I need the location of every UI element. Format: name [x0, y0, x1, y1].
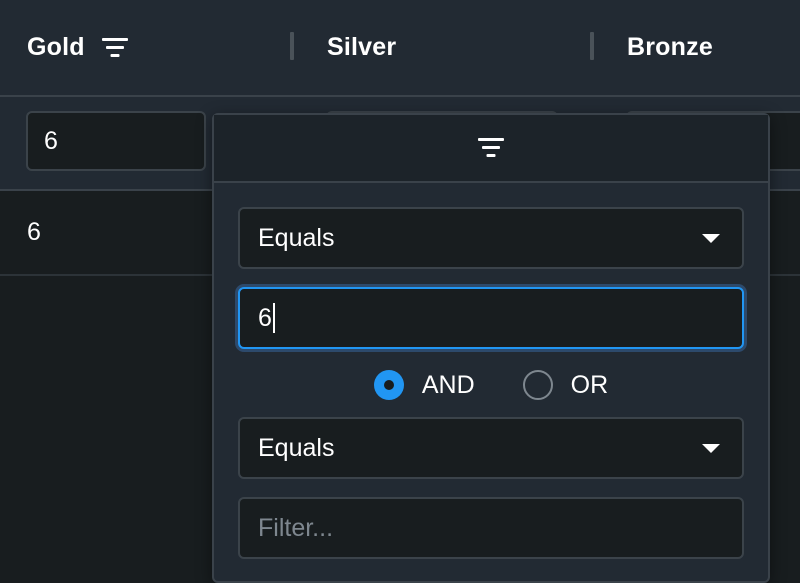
header-label-silver: Silver — [327, 33, 397, 61]
condition1-type-label: Equals — [258, 223, 335, 252]
condition2-placeholder: Filter... — [258, 513, 334, 542]
header-label-bronze: Bronze — [627, 33, 713, 61]
cell-gold[interactable]: 6 — [27, 191, 41, 274]
or-radio[interactable]: OR — [522, 370, 609, 400]
header-cell-silver[interactable]: Silver — [327, 0, 587, 95]
grid-header-row: Gold Silver Bronze — [0, 0, 800, 97]
condition2-type-label: Equals — [258, 433, 335, 462]
header-cell-bronze[interactable]: Bronze — [627, 0, 797, 95]
column-filter-popup: Equals 6 AND OR Equals Filter... — [212, 113, 770, 583]
column-resize-handle[interactable] — [590, 32, 594, 60]
column-resize-handle[interactable] — [290, 32, 294, 60]
radio-unselected-icon — [522, 370, 553, 400]
condition2-type-select[interactable]: Equals — [238, 417, 744, 479]
condition1-value-text: 6 — [258, 303, 272, 332]
condition1-value-input[interactable]: 6 — [238, 287, 744, 349]
floating-filter-gold-input[interactable]: 6 — [26, 111, 206, 171]
and-radio-label: AND — [421, 370, 475, 399]
join-operator-group: AND OR — [214, 367, 768, 403]
text-cursor — [272, 303, 275, 333]
and-radio[interactable]: AND — [373, 370, 475, 400]
or-radio-label: OR — [570, 370, 609, 399]
header-label-gold: Gold — [27, 33, 85, 61]
condition2-value-input[interactable]: Filter... — [238, 497, 744, 559]
triangle-down-icon — [702, 444, 720, 453]
triangle-down-icon — [702, 234, 720, 243]
filter-tab[interactable] — [214, 115, 768, 183]
filter-icon — [477, 136, 505, 160]
filter-menu-icon[interactable] — [101, 36, 129, 60]
condition1-type-select[interactable]: Equals — [238, 207, 744, 269]
data-grid: Gold Silver Bronze 6 6 Equals 6 AND OR E… — [0, 0, 800, 583]
header-cell-gold[interactable]: Gold — [27, 0, 292, 95]
radio-selected-icon — [373, 370, 404, 400]
